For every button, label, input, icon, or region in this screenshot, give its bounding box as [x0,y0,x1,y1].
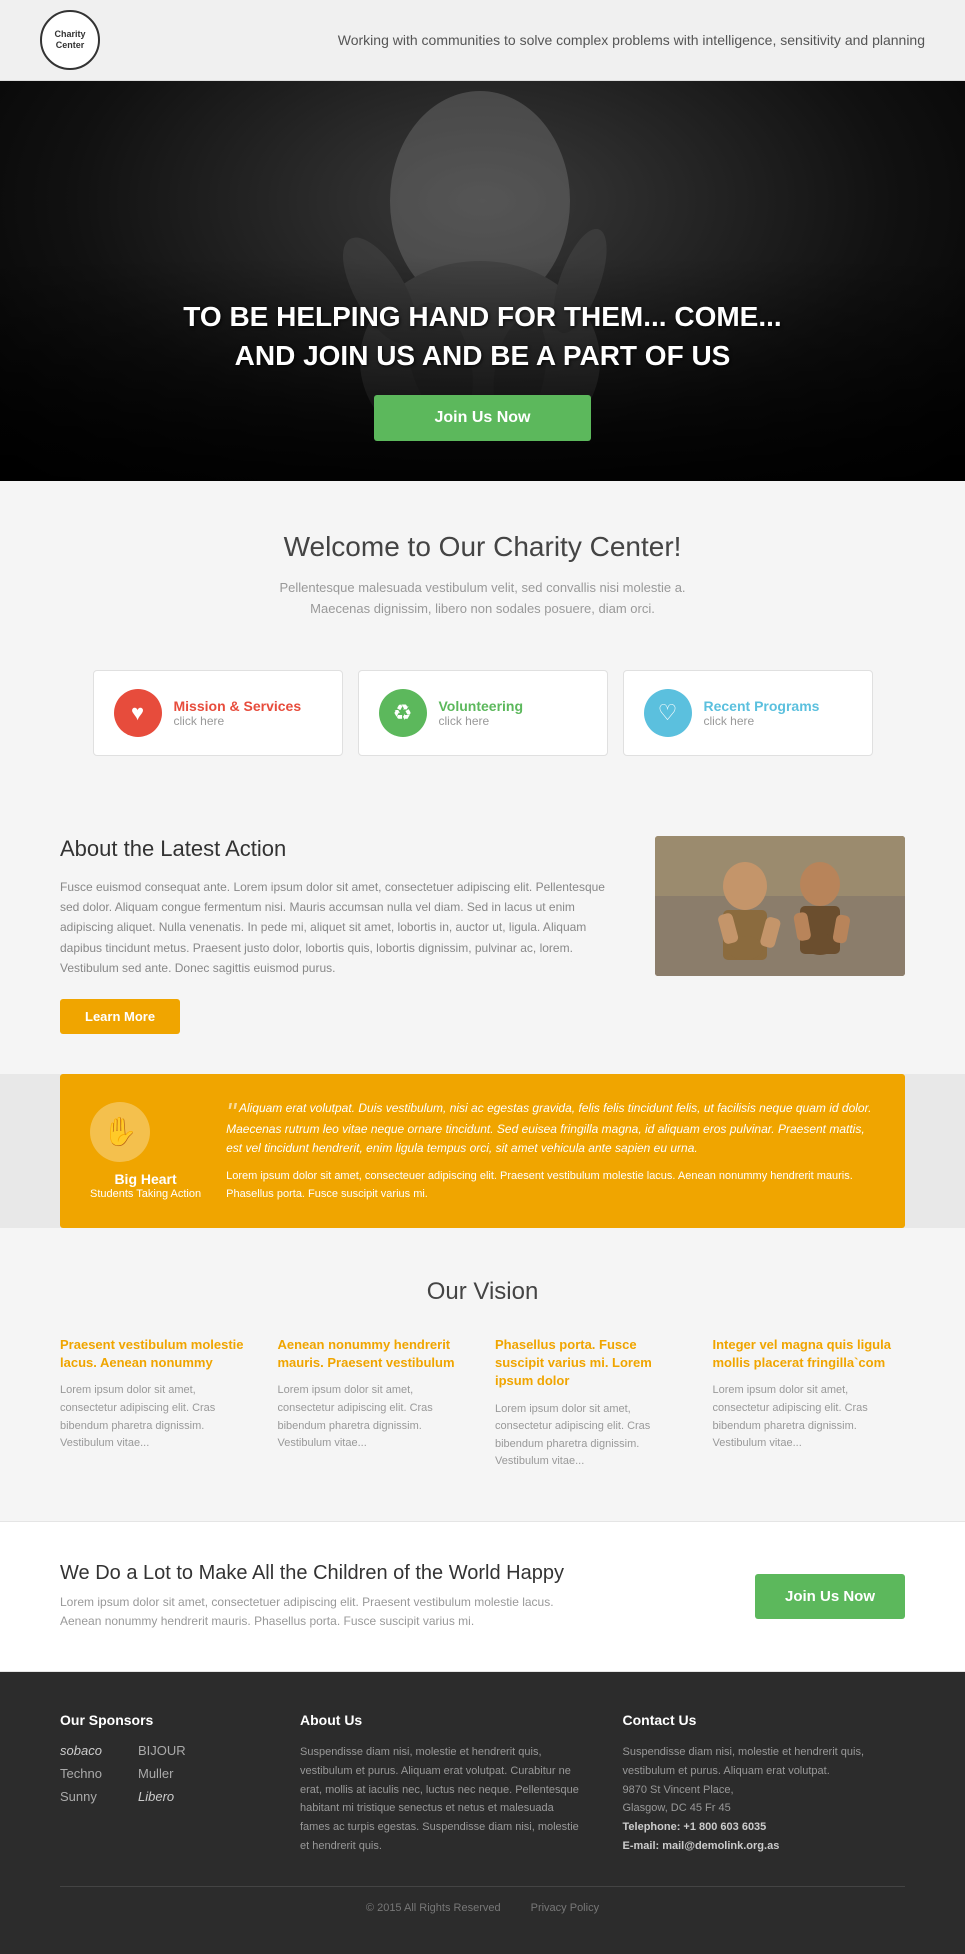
sponsor-sunny: Sunny [60,1789,130,1804]
volunteering-title: Volunteering [439,698,524,714]
learn-more-button[interactable]: Learn More [60,999,180,1034]
big-heart-subtitle: Students Taking Action [90,1188,201,1200]
sponsor-sobaco: sobaco [60,1743,130,1758]
contact-email: E-mail: mail@demolink.org.as [623,1837,906,1856]
cta-body: Lorem ipsum dolor sit amet, consectetuer… [60,1593,560,1631]
sponsor-libero: Libero [138,1789,208,1804]
contact-text: Suspendisse diam nisi, molestie et hendr… [623,1743,906,1780]
footer-contact: Contact Us Suspendisse diam nisi, molest… [623,1712,906,1855]
contact-info: Suspendisse diam nisi, molestie et hendr… [623,1743,906,1855]
hero-title: TO BE HELPING HAND FOR THEM... COME... A… [20,297,945,375]
contact-heading: Contact Us [623,1712,906,1728]
our-vision-heading: Our Vision [60,1278,905,1306]
vision-title-0: Praesent vestibulum molestie lacus. Aene… [60,1336,253,1372]
vision-body-1: Lorem ipsum dolor sit amet, consectetur … [278,1382,471,1452]
latest-action-body: Fusce euismod consequat ante. Lorem ipsu… [60,877,625,979]
mission-subtitle: click here [174,714,302,728]
logo[interactable]: Charity Center [40,10,100,70]
volunteering-info: Volunteering click here [439,698,524,728]
latest-action-heading: About the Latest Action [60,836,625,862]
big-heart-quote: " Aliquam erat volutpat. Duis vestibulum… [226,1099,875,1158]
volunteering-subtitle: click here [439,714,524,728]
service-card-volunteering[interactable]: ♻ Volunteering click here [358,670,608,756]
copyright: © 2015 All Rights Reserved [366,1902,501,1914]
footer-bottom: © 2015 All Rights Reserved Privacy Polic… [60,1886,905,1914]
sponsors-grid: sobaco BIJOUR Techno Muller Sunny Libero [60,1743,260,1804]
cta-section: We Do a Lot to Make All the Children of … [0,1521,965,1672]
privacy-link[interactable]: Privacy Policy [531,1902,599,1914]
cta-join-button[interactable]: Join Us Now [755,1574,905,1619]
cta-heading: We Do a Lot to Make All the Children of … [60,1562,564,1585]
vision-body-3: Lorem ipsum dolor sit amet, consectetur … [713,1382,906,1452]
sponsor-bijour: BIJOUR [138,1743,208,1758]
vision-item-1: Aenean nonummy hendrerit mauris. Praesen… [278,1336,471,1471]
contact-address: 9870 St Vincent Place, [623,1781,906,1800]
vision-item-0: Praesent vestibulum molestie lacus. Aene… [60,1336,253,1471]
quote-mark: " [226,1106,236,1120]
mission-icon: ♥ [114,689,162,737]
latest-action-image-inner [655,836,905,976]
vision-body-2: Lorem ipsum dolor sit amet, consectetur … [495,1401,688,1471]
sponsors-heading: Our Sponsors [60,1712,260,1728]
volunteering-icon: ♻ [379,689,427,737]
contact-city: Glasgow, DC 45 Fr 45 [623,1799,906,1818]
about-text: Suspendisse diam nisi, molestie et hendr… [300,1743,583,1855]
latest-action-image [655,836,905,976]
our-vision-section: Our Vision Praesent vestibulum molestie … [0,1228,965,1521]
welcome-description: Pellentesque malesuada vestibulum velit,… [258,578,708,620]
vision-title-2: Phasellus porta. Fusce suscipit varius m… [495,1336,688,1391]
latest-action-section: About the Latest Action Fusce euismod co… [0,796,965,1074]
vision-grid: Praesent vestibulum molestie lacus. Aene… [60,1336,905,1471]
vision-title-1: Aenean nonummy hendrerit mauris. Praesen… [278,1336,471,1372]
mission-title: Mission & Services [174,698,302,714]
vision-title-3: Integer vel magna quis ligula mollis pla… [713,1336,906,1372]
vision-body-0: Lorem ipsum dolor sit amet, consectetur … [60,1382,253,1452]
hero-overlay: TO BE HELPING HAND FOR THEM... COME... A… [0,257,965,481]
big-heart-content: " Aliquam erat volutpat. Duis vestibulum… [226,1099,875,1204]
latest-action-text: About the Latest Action Fusce euismod co… [60,836,625,1034]
big-heart-hand-icon: ✋ [90,1102,150,1162]
programs-info: Recent Programs click here [704,698,820,728]
welcome-heading: Welcome to Our Charity Center! [20,531,945,563]
programs-icon: ♡ [644,689,692,737]
header-tagline: Working with communities to solve comple… [338,30,925,51]
vision-item-3: Integer vel magna quis ligula mollis pla… [713,1336,906,1471]
cta-text: We Do a Lot to Make All the Children of … [60,1562,564,1631]
footer-sponsors: Our Sponsors sobaco BIJOUR Techno Muller… [60,1712,260,1855]
big-heart-section: ✋ Big Heart Students Taking Action " Ali… [60,1074,905,1229]
sponsor-techno: Techno [60,1766,130,1781]
footer-about: About Us Suspendisse diam nisi, molestie… [300,1712,583,1855]
mission-info: Mission & Services click here [174,698,302,728]
logo-text: Charity Center [54,29,85,51]
footer: Our Sponsors sobaco BIJOUR Techno Muller… [0,1672,965,1953]
about-heading: About Us [300,1712,583,1728]
big-heart-body: Lorem ipsum dolor sit amet, consecteuer … [226,1168,875,1203]
hero-join-button[interactable]: Join Us Now [374,395,590,441]
programs-title: Recent Programs [704,698,820,714]
footer-grid: Our Sponsors sobaco BIJOUR Techno Muller… [60,1712,905,1855]
vision-item-2: Phasellus porta. Fusce suscipit varius m… [495,1336,688,1471]
service-card-programs[interactable]: ♡ Recent Programs click here [623,670,873,756]
programs-subtitle: click here [704,714,820,728]
hero-section: TO BE HELPING HAND FOR THEM... COME... A… [0,81,965,481]
header: Charity Center Working with communities … [0,0,965,81]
service-card-mission[interactable]: ♥ Mission & Services click here [93,670,343,756]
sponsor-muller: Muller [138,1766,208,1781]
big-heart-title: Big Heart [90,1170,201,1188]
contact-tel: Telephone: +1 800 603 6035 [623,1818,906,1837]
service-cards: ♥ Mission & Services click here ♻ Volunt… [0,650,965,796]
welcome-section: Welcome to Our Charity Center! Pellentes… [0,481,965,650]
big-heart-icon-area: ✋ Big Heart Students Taking Action [90,1102,201,1200]
